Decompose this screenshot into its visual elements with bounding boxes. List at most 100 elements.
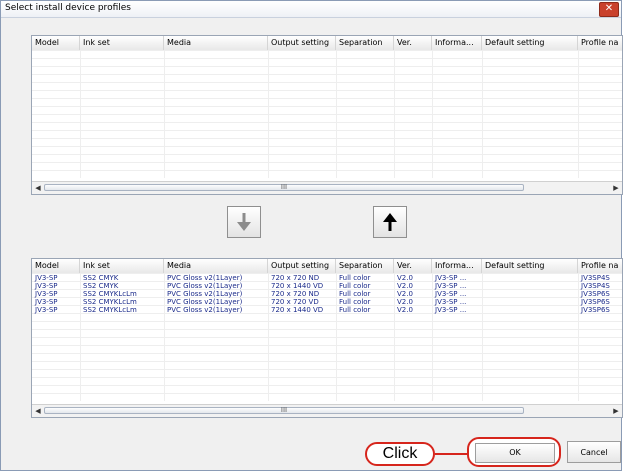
scroll-right-icon[interactable]: ▶ (610, 405, 622, 417)
cell-media: PVC Gloss v2(1Layer) (167, 282, 243, 290)
table-row[interactable]: JV3-SP SS2 CMYKLcLm PVC Gloss v2(1Layer)… (32, 306, 622, 314)
scroll-grip: III (280, 183, 288, 191)
cell-default-setting (482, 290, 578, 298)
list-grid (32, 50, 622, 178)
cell-ink-set: SS2 CMYK (83, 274, 119, 282)
table-row[interactable]: JV3-SP SS2 CMYK PVC Gloss v2(1Layer) 720… (32, 274, 622, 282)
list-header: Model Ink set Media Output setting Separ… (32, 36, 622, 51)
column-divider (432, 50, 433, 178)
column-header-information[interactable]: Informa... (432, 36, 482, 50)
cell-ink-set: SS2 CMYKLcLm (83, 298, 137, 306)
cell-separation: Full color (339, 282, 371, 290)
column-header-output-setting[interactable]: Output setting (268, 36, 336, 50)
callout-connector (435, 453, 467, 455)
scroll-left-icon[interactable]: ◀ (32, 405, 44, 417)
cell-version: V2.0 (397, 274, 413, 282)
cell-profile-name: JV3SP6S (581, 298, 610, 306)
cell-media: PVC Gloss v2(1Layer) (167, 306, 243, 314)
cell-output-setting: 720 x 1440 VD (271, 306, 324, 314)
horizontal-scrollbar[interactable]: ◀ III ▶ (32, 181, 622, 194)
cell-model: JV3-SP (35, 282, 58, 290)
arrow-up-icon (383, 213, 397, 231)
table-row[interactable]: JV3-SP SS2 CMYKLcLm PVC Gloss v2(1Layer)… (32, 290, 622, 298)
column-header-profile-name[interactable]: Profile na (578, 36, 622, 50)
column-header-ink-set[interactable]: Ink set (80, 259, 164, 273)
cell-model: JV3-SP (35, 306, 58, 314)
cell-information: JV3-SP ... (435, 290, 467, 298)
cell-media: PVC Gloss v2(1Layer) (167, 274, 243, 282)
cell-separation: Full color (339, 298, 371, 306)
cell-default-setting (482, 282, 578, 290)
cell-version: V2.0 (397, 290, 413, 298)
cell-media: PVC Gloss v2(1Layer) (167, 290, 243, 298)
scroll-left-icon[interactable]: ◀ (32, 182, 44, 194)
column-header-ink-set[interactable]: Ink set (80, 36, 164, 50)
cell-version: V2.0 (397, 282, 413, 290)
column-header-separation[interactable]: Separation (336, 36, 394, 50)
cell-information: JV3-SP ... (435, 274, 467, 282)
column-header-model[interactable]: Model (32, 36, 80, 50)
move-down-button[interactable] (227, 206, 261, 238)
scroll-thumb[interactable]: III (44, 183, 524, 191)
cell-media: PVC Gloss v2(1Layer) (167, 298, 243, 306)
cell-profile-name: JV3SP4S (581, 274, 610, 282)
cell-separation: Full color (339, 274, 371, 282)
cell-version: V2.0 (397, 306, 413, 314)
horizontal-scrollbar[interactable]: ◀ III ▶ (32, 404, 622, 417)
cell-default-setting (482, 298, 578, 306)
available-profiles-list[interactable]: Model Ink set Media Output setting Separ… (31, 35, 623, 195)
table-row[interactable]: JV3-SP SS2 CMYKLcLm PVC Gloss v2(1Layer)… (32, 298, 622, 306)
list-header: Model Ink set Media Output setting Separ… (32, 259, 622, 274)
column-header-version[interactable]: Ver. (394, 259, 432, 273)
cell-information: JV3-SP ... (435, 298, 467, 306)
scroll-grip: III (280, 406, 288, 414)
column-header-profile-name[interactable]: Profile na (578, 259, 622, 273)
cancel-button[interactable]: Cancel (567, 441, 621, 463)
cell-version: V2.0 (397, 298, 413, 306)
cell-model: JV3-SP (35, 274, 58, 282)
cell-profile-name: JV3SP6S (581, 290, 610, 298)
scroll-thumb[interactable]: III (44, 406, 524, 414)
cell-model: JV3-SP (35, 298, 58, 306)
cell-output-setting: 720 x 720 ND (271, 274, 320, 282)
cell-default-setting (482, 306, 578, 314)
selected-profiles-list[interactable]: Model Ink set Media Output setting Separ… (31, 258, 623, 418)
cell-information: JV3-SP ... (435, 306, 467, 314)
ok-button[interactable]: OK (475, 443, 555, 463)
dialog-window: Select install device profiles ✕ Model I… (0, 0, 623, 471)
column-header-media[interactable]: Media (164, 259, 268, 273)
click-callout: Click (365, 442, 435, 466)
cell-profile-name: JV3SP6S (581, 306, 610, 314)
column-divider (394, 50, 395, 178)
window-title: Select install device profiles (5, 3, 131, 13)
cell-default-setting (482, 274, 578, 282)
column-header-information[interactable]: Informa... (432, 259, 482, 273)
close-button[interactable]: ✕ (599, 2, 619, 17)
arrow-down-icon (237, 213, 251, 231)
column-divider (482, 50, 483, 178)
column-divider (578, 50, 579, 178)
column-header-model[interactable]: Model (32, 259, 80, 273)
cell-separation: Full color (339, 306, 371, 314)
column-divider (336, 50, 337, 178)
column-header-output-setting[interactable]: Output setting (268, 259, 336, 273)
column-header-media[interactable]: Media (164, 36, 268, 50)
move-up-button[interactable] (373, 206, 407, 238)
cell-ink-set: SS2 CMYK (83, 282, 119, 290)
ok-button-highlight: OK (467, 437, 561, 467)
table-row[interactable]: JV3-SP SS2 CMYK PVC Gloss v2(1Layer) 720… (32, 282, 622, 290)
column-divider (268, 50, 269, 178)
column-header-version[interactable]: Ver. (394, 36, 432, 50)
column-header-separation[interactable]: Separation (336, 259, 394, 273)
cell-output-setting: 720 x 720 ND (271, 290, 320, 298)
cell-ink-set: SS2 CMYKLcLm (83, 306, 137, 314)
cell-model: JV3-SP (35, 290, 58, 298)
cell-information: JV3-SP ... (435, 282, 467, 290)
column-header-default-setting[interactable]: Default setting (482, 259, 578, 273)
scroll-right-icon[interactable]: ▶ (610, 182, 622, 194)
column-header-default-setting[interactable]: Default setting (482, 36, 578, 50)
cell-separation: Full color (339, 290, 371, 298)
cell-output-setting: 720 x 720 VD (271, 298, 319, 306)
title-bar: Select install device profiles ✕ (1, 1, 621, 18)
cell-profile-name: JV3SP4S (581, 282, 610, 290)
